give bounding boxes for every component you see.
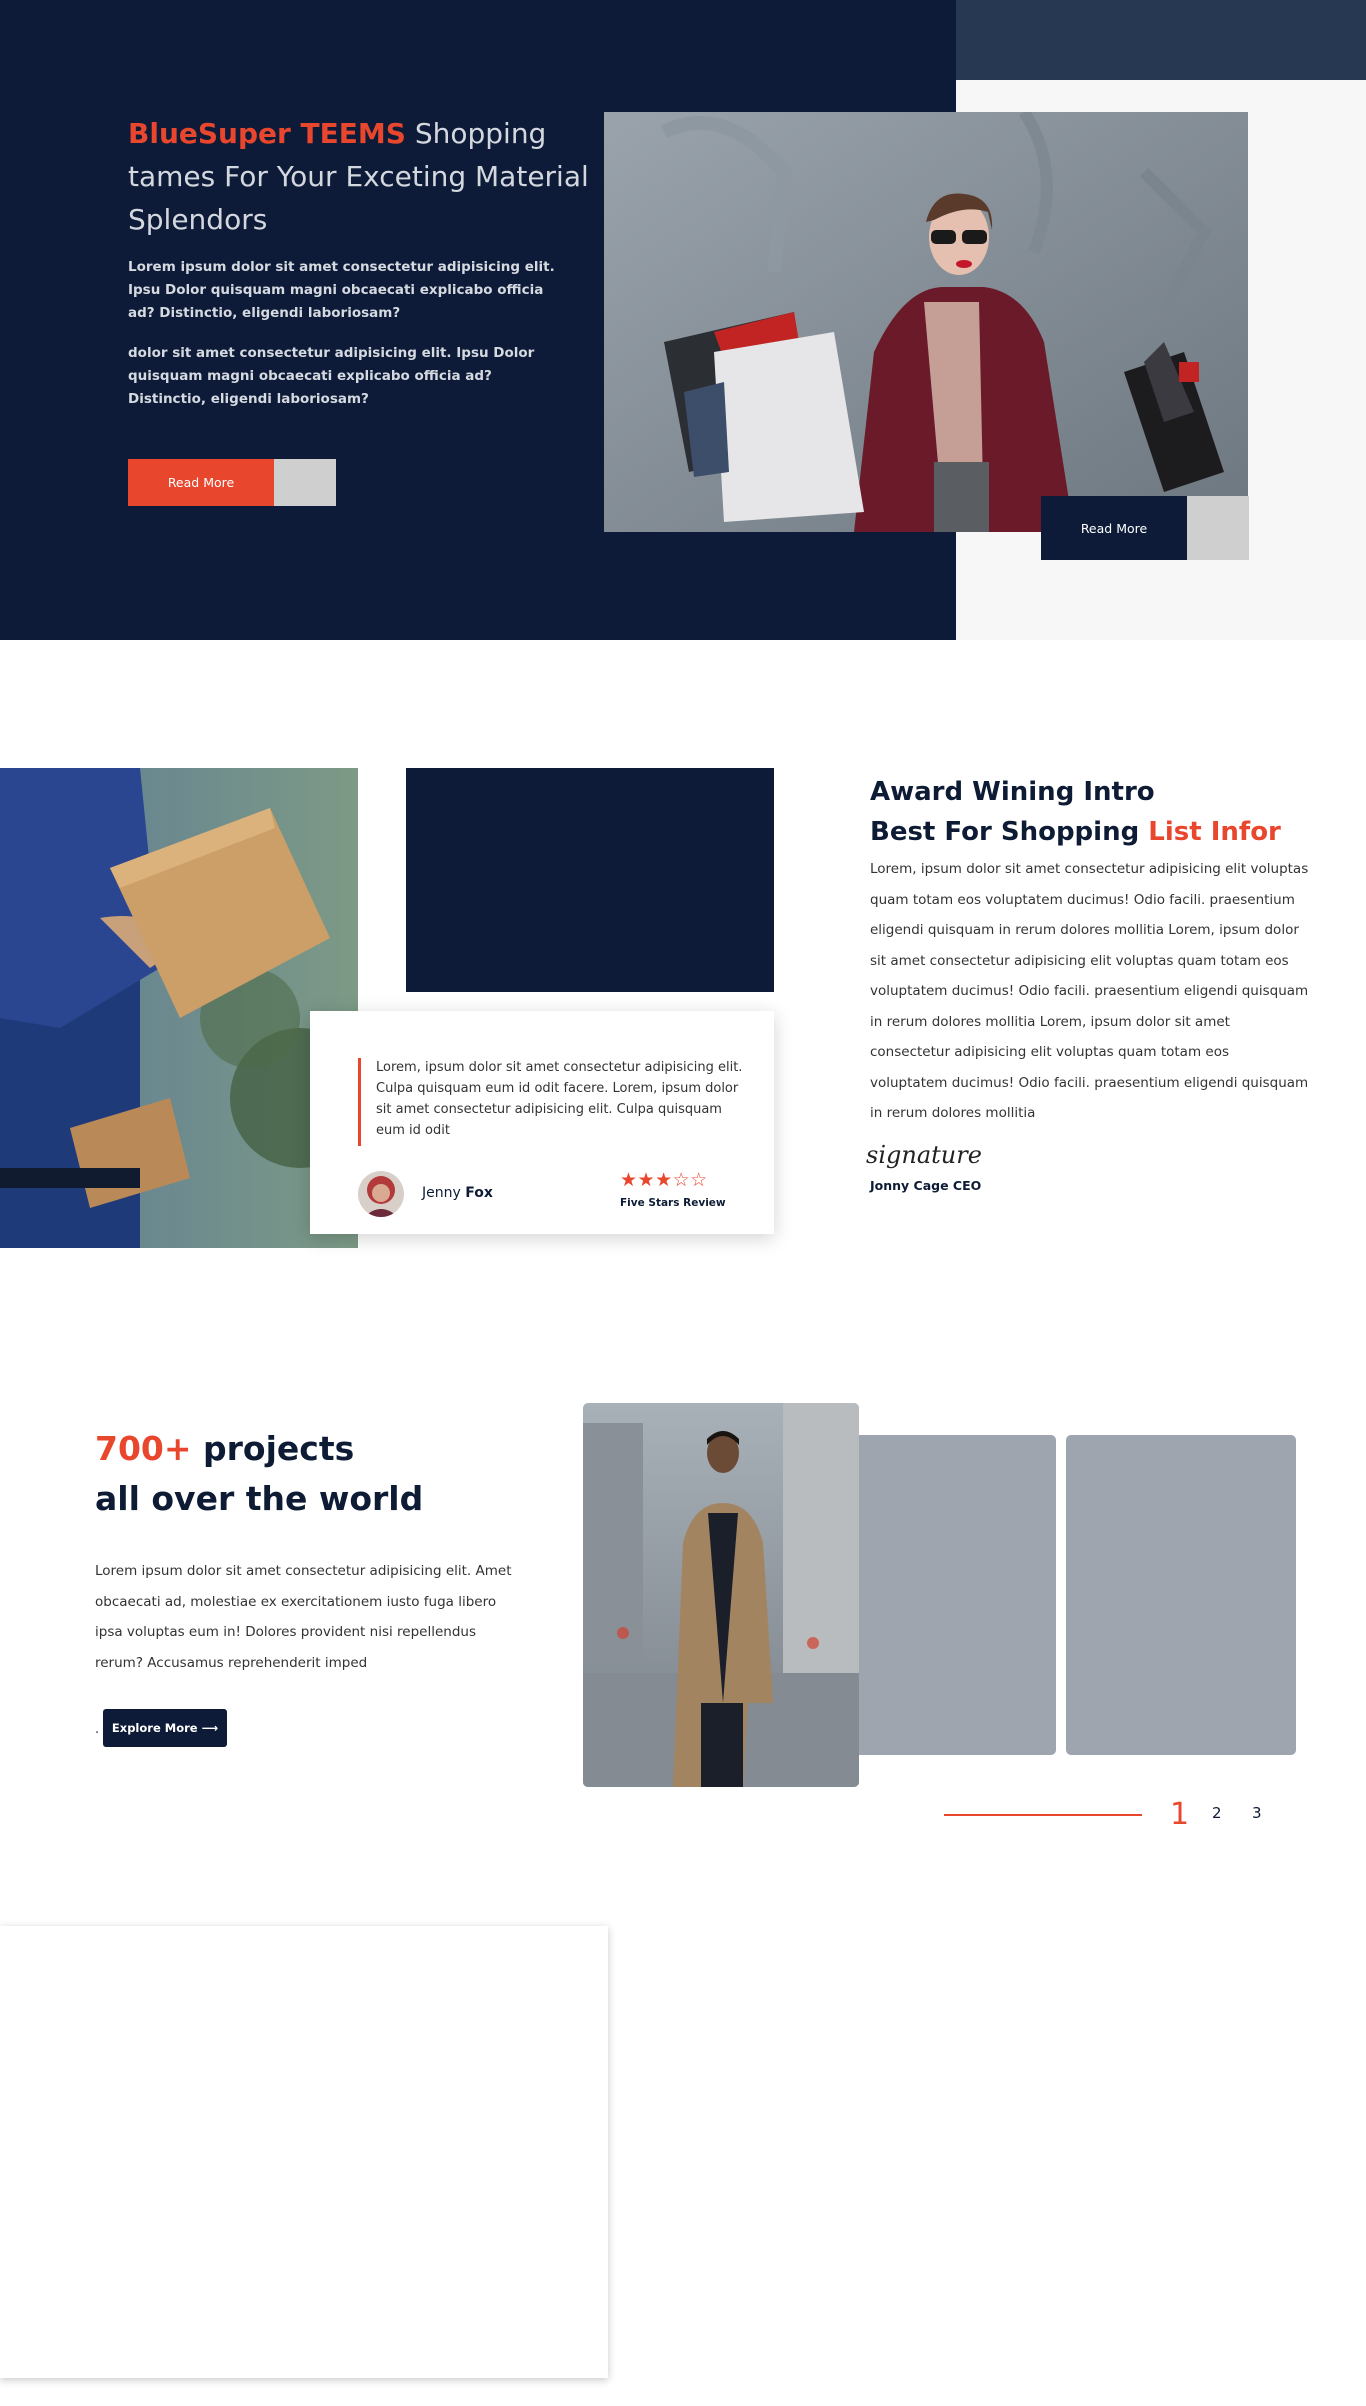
explore-more-button[interactable]: Explore More ⟶	[103, 1709, 227, 1747]
hero-shopping-photo	[604, 112, 1248, 532]
projects-heading-rest: projects	[191, 1429, 355, 1468]
hero-paragraph-1: Lorem ipsum dolor sit amet consectetur a…	[128, 259, 555, 321]
star-rating-icon: ★★★☆☆	[620, 1169, 708, 1191]
projects-heading-line1: 700+ projects	[95, 1424, 354, 1474]
quote-accent-bar	[358, 1058, 361, 1146]
rating-caption: Five Stars Review	[620, 1197, 726, 1209]
hero-top-accent	[956, 0, 1366, 80]
signature-name: Jonny Cage CEO	[870, 1178, 982, 1193]
testimonial-card: Lorem, ipsum dolor sit amet consectetur …	[310, 1011, 774, 1234]
intro-body-text: Lorem, ipsum dolor sit amet consectetur …	[870, 861, 1309, 1121]
delivery-photo	[0, 768, 358, 1248]
projects-body-text: Lorem ipsum dolor sit amet consectetur a…	[95, 1563, 512, 1671]
author-last-name: Fox	[465, 1185, 493, 1201]
testimonial-author: Jenny Fox	[422, 1185, 493, 1201]
projects-heading-line2: all over the world	[95, 1479, 424, 1518]
read-more-button-accent	[274, 459, 336, 506]
testimonial-quote: Lorem, ipsum dolor sit amet consectetur …	[376, 1060, 743, 1138]
author-first-name: Jenny	[422, 1185, 466, 1201]
pagination-page-3[interactable]: 3	[1252, 1804, 1262, 1822]
projects-count: 700+	[95, 1429, 192, 1468]
bottom-blank-card	[0, 1926, 608, 2378]
hero-paragraph-2: dolor sit amet consectetur adipisicing e…	[128, 345, 535, 407]
intro-heading-line2: Best For Shopping List Infor	[870, 812, 1281, 852]
project-card-2[interactable]	[859, 1435, 1056, 1755]
hero-title-highlight: BlueSuper TEEMS	[128, 117, 406, 150]
project-card-3[interactable]	[1066, 1435, 1296, 1755]
hero-title: BlueSuper TEEMS Shopping tames For Your …	[128, 112, 598, 241]
intro-heading-prefix: Best For Shopping	[870, 817, 1149, 847]
pagination-page-1[interactable]: 1	[1170, 1797, 1189, 1832]
project-card-1[interactable]	[583, 1403, 859, 1787]
read-more-button[interactable]: Read More	[128, 459, 274, 506]
explore-prefix: .	[95, 1722, 100, 1737]
navy-accent-box	[406, 768, 774, 992]
pagination-page-2[interactable]: 2	[1212, 1804, 1222, 1822]
intro-heading-line1: Award Wining Intro	[870, 777, 1155, 807]
intro-heading-highlight: List Infor	[1148, 817, 1281, 847]
signature-image: signature	[866, 1141, 982, 1169]
photo-read-more-accent	[1187, 496, 1249, 560]
photo-read-more-button[interactable]: Read More	[1041, 496, 1187, 560]
pagination-progress-line	[944, 1814, 1142, 1816]
avatar	[358, 1171, 404, 1217]
